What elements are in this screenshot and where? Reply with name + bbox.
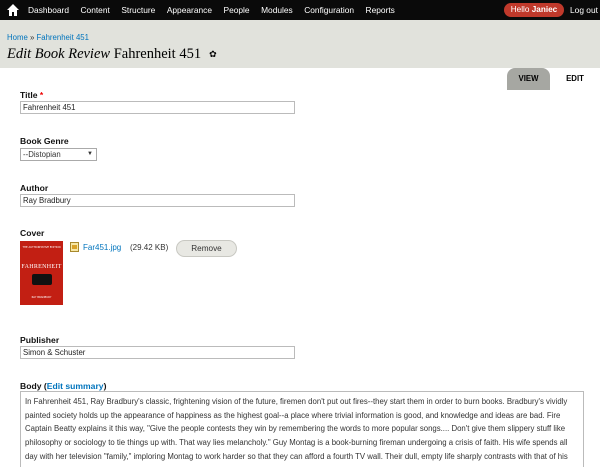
breadcrumb: Home » Fahrenheit 451 <box>7 33 89 42</box>
user-name: Janiec <box>531 5 558 14</box>
required-mark: * <box>39 90 44 100</box>
cover-file-size: (29.42 KB) <box>130 243 169 252</box>
breadcrumb-current[interactable]: Fahrenheit 451 <box>37 33 89 42</box>
genre-select[interactable]: --Distopian ▼ <box>20 148 97 161</box>
author-field[interactable]: Ray Bradbury <box>20 194 295 207</box>
author-label: Author <box>20 183 49 193</box>
cover-top-line: THE AUTHORITATIVE EDITION <box>22 246 61 249</box>
menu-reports[interactable]: Reports <box>366 0 395 20</box>
remove-button[interactable]: Remove <box>176 240 237 257</box>
title-field[interactable]: Fahrenheit 451 <box>20 101 295 114</box>
body-label: Body (Edit summary) <box>20 381 107 391</box>
menu-content[interactable]: Content <box>80 0 109 20</box>
menu-configuration[interactable]: Configuration <box>304 0 354 20</box>
tab-edit[interactable]: EDIT <box>554 68 596 90</box>
title-label-text: Title <box>20 90 38 100</box>
edit-summary-link[interactable]: Edit summary <box>47 381 104 391</box>
admin-toolbar: Dashboard Content Structure Appearance P… <box>0 0 600 20</box>
menu-dashboard[interactable]: Dashboard <box>28 0 69 20</box>
page-title-name: Fahrenheit 451 <box>113 46 202 62</box>
cover-title: FAHRENHEIT <box>21 264 62 270</box>
logout-link[interactable]: Log out <box>570 0 598 20</box>
cover-book-graphic <box>32 274 52 285</box>
menu-people[interactable]: People <box>223 0 249 20</box>
tab-view[interactable]: VIEW <box>507 68 550 90</box>
user-badge[interactable]: Hello Janiec <box>504 3 564 17</box>
cover-author: RAY BRADBURY <box>31 296 52 299</box>
page-header: Home » Fahrenheit 451 Edit Book Review F… <box>0 20 600 90</box>
genre-select-value: --Distopian <box>23 150 61 159</box>
gear-icon[interactable]: ✿ <box>209 50 217 60</box>
cover-label: Cover <box>20 228 45 238</box>
home-icon[interactable] <box>6 3 20 17</box>
body-label-text: Body <box>20 381 42 391</box>
page-title: Edit Book Review Fahrenheit 451 ✿ <box>7 46 217 63</box>
page-title-prefix: Edit Book Review <box>7 46 111 62</box>
cover-file-link[interactable]: Far451.jpg <box>83 243 121 252</box>
cover-thumbnail: THE AUTHORITATIVE EDITION FAHRENHEIT RAY… <box>20 241 63 305</box>
body-textarea[interactable]: In Fahrenheit 451, Ray Bradbury's classi… <box>20 391 584 467</box>
menu-modules[interactable]: Modules <box>261 0 293 20</box>
title-label: Title * <box>20 90 43 100</box>
publisher-field[interactable]: Simon & Schuster <box>20 346 295 359</box>
breadcrumb-separator: » <box>29 33 35 42</box>
publisher-label: Publisher <box>20 335 60 345</box>
menu-structure[interactable]: Structure <box>121 0 155 20</box>
menu-appearance[interactable]: Appearance <box>167 0 212 20</box>
chevron-down-icon: ▼ <box>87 151 93 157</box>
breadcrumb-home[interactable]: Home <box>7 33 28 42</box>
image-file-icon <box>70 242 79 252</box>
toolbar-menu: Dashboard Content Structure Appearance P… <box>28 0 406 20</box>
user-greeting: Hello <box>510 5 530 14</box>
genre-label: Book Genre <box>20 136 69 146</box>
